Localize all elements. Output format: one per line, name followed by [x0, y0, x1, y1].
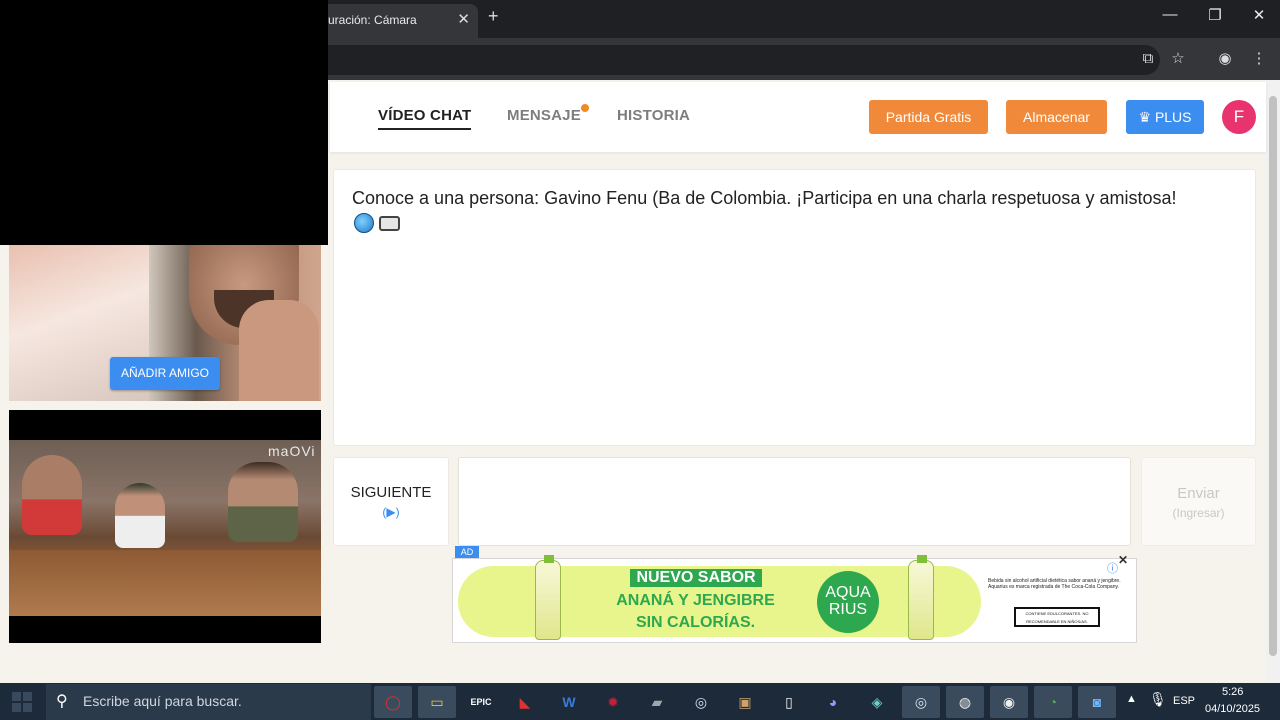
app-blue-icon[interactable]: ◙	[1078, 686, 1116, 718]
tv-icon	[379, 216, 400, 231]
partida-gratis-button[interactable]: Partida Gratis	[869, 100, 988, 134]
new-tab-button[interactable]: +	[488, 6, 499, 27]
maximize-button[interactable]: ❐	[1193, 6, 1237, 24]
siguiente-button[interactable]: SIGUIENTE (▶)	[333, 457, 449, 546]
steam-icon[interactable]: ◎	[682, 686, 720, 718]
language-indicator[interactable]: ESP	[1173, 695, 1195, 707]
app-red-icon[interactable]: ◣	[506, 686, 544, 718]
tab-title: uración: Cámara	[328, 13, 417, 27]
add-friend-button[interactable]: AÑADIR AMIGO	[110, 357, 220, 390]
plus-label: PLUS	[1154, 109, 1192, 125]
ad-headline: NUEVO SABOR	[630, 569, 762, 587]
game-icon-4[interactable]: ◈	[858, 686, 896, 718]
user-avatar[interactable]: F	[1222, 100, 1256, 134]
nav-mensaje[interactable]: MENSAJE	[507, 107, 581, 124]
camera-watermark: maOVi	[268, 443, 316, 459]
close-window-button[interactable]: ✕	[1237, 6, 1280, 24]
game-icon-3[interactable]: ▣	[726, 686, 764, 718]
aquarius-logo: AQUA RIUS	[817, 571, 879, 633]
black-overlay	[0, 0, 328, 245]
local-person	[22, 455, 82, 535]
logo-top: AQUA	[825, 584, 871, 601]
bottle-image	[535, 555, 561, 640]
ad-legal-text: Bebida sin alcohol artificial dietética …	[988, 578, 1121, 590]
install-app-icon[interactable]: ⧉	[1137, 48, 1159, 70]
discord-icon[interactable]: ◕	[814, 686, 852, 718]
message-input[interactable]	[458, 457, 1131, 546]
bottle-image	[908, 555, 934, 640]
tray-chevron-up-icon[interactable]: ▲	[1126, 693, 1137, 705]
ad-warning: CONTIENE EDULCORANTES. NO RECOMENDABLE E…	[1014, 607, 1100, 627]
plus-button[interactable]: ♛ PLUS	[1126, 100, 1204, 134]
remote-hand	[239, 300, 319, 401]
local-person	[228, 462, 298, 542]
enviar-label: Enviar	[1177, 485, 1220, 502]
siguiente-label: SIGUIENTE	[350, 484, 432, 501]
menu-dots-icon[interactable]: ⋮	[1248, 48, 1270, 70]
logo-bottom: RIUS	[828, 601, 868, 618]
steam-icon-2[interactable]: ◎	[902, 686, 940, 718]
bookmark-star-icon[interactable]: ☆	[1167, 48, 1189, 70]
word-icon[interactable]: W	[550, 686, 588, 718]
search-icon: ⚲	[56, 693, 68, 710]
clock-date[interactable]: 04/10/2025	[1205, 703, 1260, 715]
ad-calories: SIN CALORÍAS.	[635, 614, 756, 631]
game-icon[interactable]: ✹	[594, 686, 632, 718]
ad-close-icon[interactable]: ✕	[1118, 553, 1128, 567]
nav-video-chat[interactable]: VÍDEO CHAT	[378, 107, 472, 130]
message-notification-dot	[581, 104, 589, 112]
chrome-icon[interactable]: ◔	[1034, 686, 1072, 718]
epic-games-icon[interactable]: EPIC	[462, 686, 500, 718]
tab-close-icon[interactable]: ✕	[457, 10, 470, 28]
almacenar-button[interactable]: Almacenar	[1006, 100, 1107, 134]
microphone-icon[interactable]: 🎙︎	[1149, 691, 1167, 708]
minimize-button[interactable]: —	[1148, 6, 1192, 23]
globe-icon	[354, 213, 374, 233]
local-person	[115, 483, 165, 548]
address-bar[interactable]	[300, 45, 1160, 75]
ad-badge: AD	[455, 546, 479, 558]
obs-icon[interactable]: ◍	[946, 686, 984, 718]
game-icon-2[interactable]: ▰	[638, 686, 676, 718]
app-icon[interactable]: ◉	[990, 686, 1028, 718]
ad-info-icon[interactable]: ⓘ	[1107, 560, 1118, 576]
chat-log	[333, 169, 1256, 446]
file-explorer-icon[interactable]: ▭	[418, 686, 456, 718]
siguiente-shortcut: (▶)	[382, 505, 400, 519]
windows-start-icon[interactable]	[12, 692, 32, 712]
ad-flavor: ANANÁ Y JENGIBRE	[616, 592, 775, 609]
scrollbar-thumb[interactable]	[1269, 96, 1277, 656]
crown-icon: ♛	[1138, 109, 1152, 125]
local-video-table	[9, 550, 321, 616]
document-icon[interactable]: ▯	[770, 686, 808, 718]
taskbar-search-placeholder: Escribe aquí para buscar.	[83, 693, 242, 709]
nav-historia[interactable]: HISTORIA	[617, 107, 690, 124]
enviar-button[interactable]: Enviar (Ingresar)	[1141, 457, 1256, 546]
opera-icon[interactable]: ◯	[374, 686, 412, 718]
profile-icon[interactable]: ◉	[1214, 48, 1236, 70]
chat-intro-text: Conoce a una persona: Gavino Fenu (Ba de…	[352, 188, 1177, 208]
clock-time[interactable]: 5:26	[1222, 686, 1243, 698]
browser-tab[interactable]: uración: Cámara ✕	[318, 4, 478, 38]
enviar-shortcut: (Ingresar)	[1172, 506, 1225, 520]
